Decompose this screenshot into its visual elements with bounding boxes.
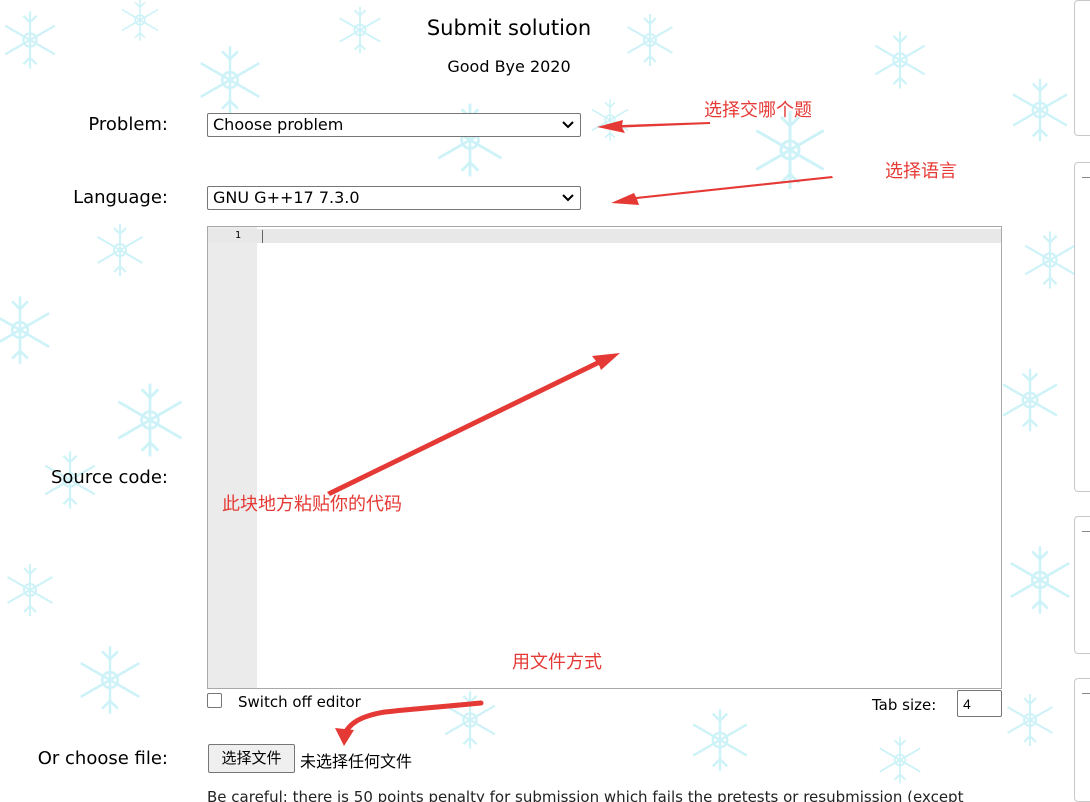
choose-file-button[interactable]: 选择文件 bbox=[208, 744, 295, 773]
switch-off-editor-checkbox[interactable] bbox=[207, 693, 222, 708]
annotation-file: 用文件方式 bbox=[512, 652, 602, 673]
editor-gutter bbox=[208, 227, 257, 688]
collapse-icon bbox=[1082, 531, 1090, 532]
contest-name: Good Bye 2020 bbox=[447, 57, 571, 76]
collapse-icon bbox=[1082, 177, 1090, 178]
side-panel-tab[interactable] bbox=[1074, 162, 1090, 492]
side-panel-tab[interactable] bbox=[1074, 678, 1090, 802]
choose-file-label: Or choose file: bbox=[37, 748, 168, 769]
annotation-problem: 选择交哪个题 bbox=[704, 100, 812, 121]
problem-label: Problem: bbox=[88, 114, 168, 135]
source-code-label: Source code: bbox=[50, 467, 168, 488]
annotation-code: 此块地方粘贴你的代码 bbox=[222, 494, 402, 515]
page-title: Submit solution bbox=[426, 16, 592, 40]
editor-active-line bbox=[208, 229, 1001, 243]
editor-caret bbox=[262, 230, 263, 243]
chevron-down-icon bbox=[562, 121, 574, 129]
language-select[interactable]: GNU G++17 7.3.0 bbox=[207, 186, 581, 210]
annotation-language: 选择语言 bbox=[885, 161, 957, 182]
language-label: Language: bbox=[73, 187, 168, 208]
chevron-down-icon bbox=[562, 194, 574, 202]
language-select-value: GNU G++17 7.3.0 bbox=[213, 188, 360, 207]
source-code-editor[interactable]: 1 bbox=[207, 226, 1002, 689]
problem-select[interactable]: Choose problem bbox=[207, 113, 581, 137]
file-status-text: 未选择任何文件 bbox=[300, 752, 413, 771]
side-panel-tab[interactable] bbox=[1074, 516, 1090, 654]
penalty-warning: Be careful: there is 50 points penalty f… bbox=[207, 788, 964, 802]
collapse-icon bbox=[1082, 693, 1090, 694]
tab-size-input[interactable] bbox=[957, 690, 1002, 717]
editor-line-number: 1 bbox=[234, 230, 241, 241]
side-panel-tab[interactable] bbox=[1074, 0, 1090, 136]
problem-select-value: Choose problem bbox=[213, 115, 344, 134]
switch-off-editor-label[interactable]: Switch off editor bbox=[238, 693, 361, 711]
tab-size-label: Tab size: bbox=[872, 696, 937, 714]
